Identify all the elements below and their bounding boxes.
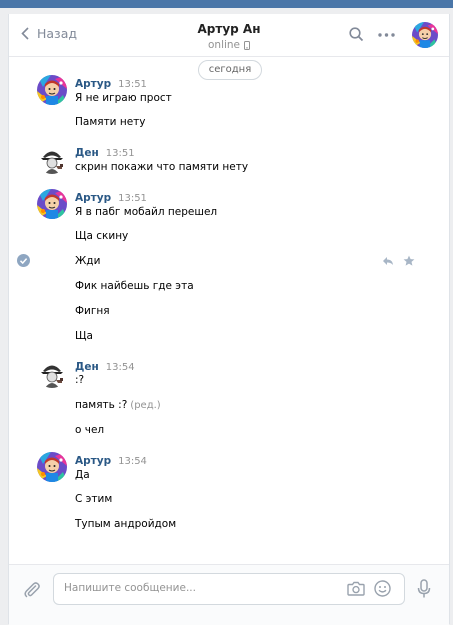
message-text: Я не играю прост (75, 92, 172, 104)
search-icon[interactable] (349, 27, 364, 42)
message-time: 13:51 (105, 148, 135, 159)
message-text: память :? (ред.) (75, 399, 161, 411)
smile-icon[interactable] (374, 580, 391, 597)
back-chevron-icon (21, 27, 29, 40)
message-text: Тупым андройдом (75, 518, 177, 530)
message-text: Фик найбешь где эта (75, 280, 194, 292)
message-time: 13:51 (118, 79, 147, 90)
conversation-title: Артур Ан (197, 22, 261, 36)
message-text: Памяти нету (75, 116, 146, 128)
message-author[interactable]: Артур 13:54 (75, 455, 147, 467)
top-accent-bar (0, 0, 453, 8)
reply-icon[interactable] (382, 256, 394, 266)
checkmark-icon[interactable] (17, 254, 30, 267)
message-text: С этим (75, 493, 113, 505)
message-text: Ща (75, 330, 93, 342)
date-divider: сегодня (198, 60, 262, 80)
message-text: Да (75, 469, 90, 481)
chat-panel: Назад Артур Ан online сегодня Артур 13:51… (8, 14, 450, 625)
chat-header: Назад Артур Ан online (9, 14, 449, 57)
message-author[interactable]: Ден 13:51 (75, 147, 135, 159)
message-text: Ща скину (75, 230, 129, 242)
message-text: Я в пабг мобайл перешел (75, 206, 218, 218)
microphone-icon[interactable] (417, 579, 431, 599)
avatar[interactable] (37, 144, 67, 174)
message-text: :? (75, 374, 85, 386)
edited-label: (ред.) (130, 400, 161, 411)
star-icon[interactable] (403, 255, 415, 267)
mobile-icon (244, 40, 251, 50)
paperclip-icon[interactable] (23, 581, 41, 599)
avatar[interactable] (37, 358, 67, 388)
back-label: Назад (37, 26, 78, 41)
avatar[interactable] (37, 75, 67, 105)
online-status: online (159, 39, 299, 51)
more-icon[interactable] (378, 33, 395, 37)
message-text: скрин покажи что памяти нету (75, 161, 249, 173)
camera-icon[interactable] (347, 581, 365, 596)
message-time: 13:54 (105, 362, 135, 373)
back-button[interactable]: Назад (21, 26, 77, 41)
conversation-title-block[interactable]: Артур Ан online (159, 22, 299, 51)
message-text: о чел (75, 424, 105, 436)
avatar[interactable] (37, 189, 67, 219)
message-input[interactable]: Напишите сообщение... (53, 573, 405, 605)
message-time: 13:51 (118, 193, 147, 204)
message-text: Фигня (75, 305, 110, 317)
message-composer: Напишите сообщение... (9, 564, 449, 625)
message-author[interactable]: Ден 13:54 (75, 361, 135, 373)
status-text: online (207, 39, 241, 51)
message-author[interactable]: Артур 13:51 (75, 192, 147, 204)
message-input-placeholder: Напишите сообщение... (64, 582, 196, 594)
message-time: 13:54 (118, 456, 147, 467)
message-author[interactable]: Артур 13:51 (75, 78, 147, 90)
header-avatar[interactable] (412, 22, 438, 48)
avatar[interactable] (37, 452, 67, 482)
message-text: Жди (75, 255, 101, 267)
